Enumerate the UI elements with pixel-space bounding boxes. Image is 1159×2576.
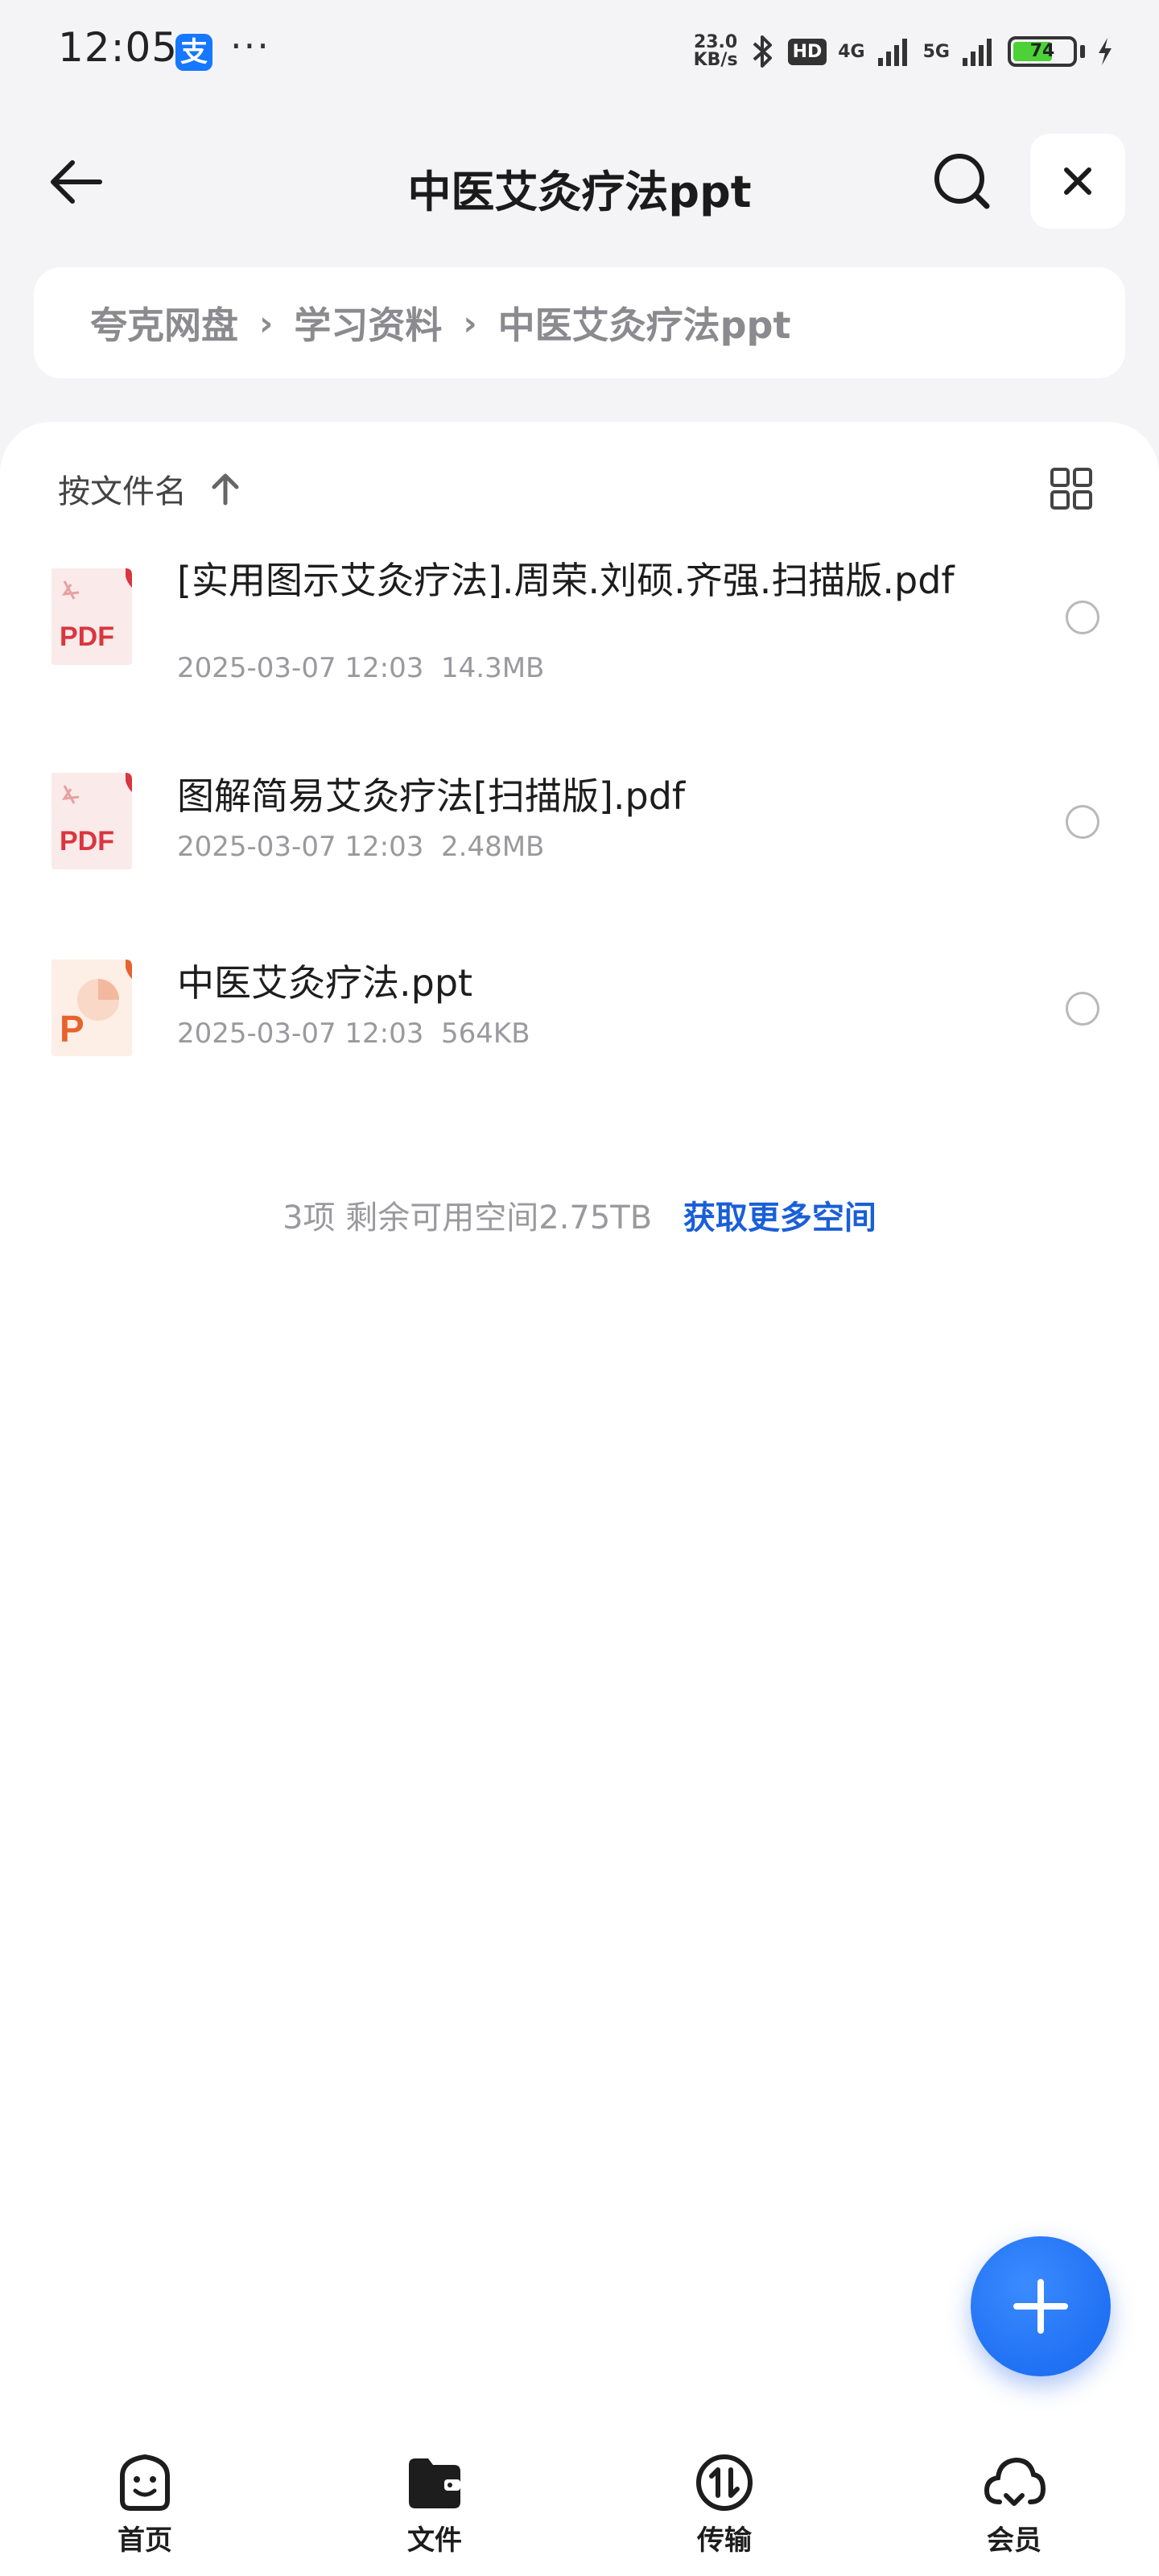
select-checkbox[interactable] <box>1066 992 1099 1026</box>
app-screen: 12:05 支 ··· 23.0 KB/s HD 4G 5G 74 中医艾灸疗法… <box>0 0 1159 2576</box>
nav-label-home: 首页 <box>118 2524 172 2557</box>
nav-item-member[interactable]: 会员 <box>869 2431 1159 2576</box>
add-button[interactable] <box>971 2236 1111 2376</box>
breadcrumb-item-current: 中医艾灸疗法ppt <box>497 303 791 347</box>
breadcrumb-separator: › <box>259 303 274 343</box>
file-row[interactable]: P 中医艾灸疗法.ppt 2025-03-07 12:03 564KB <box>0 947 1159 1133</box>
file-panel: 按文件名 PDF [实用图示艾灸疗法].周荣.刘硕.齐强.扫描版.pdf 202… <box>0 422 1159 2576</box>
breadcrumb-item-study[interactable]: 学习资料 <box>294 296 442 349</box>
plus-icon <box>1013 2279 1068 2334</box>
pdf-type-label: PDF <box>60 621 114 652</box>
close-button[interactable] <box>1030 134 1125 229</box>
breadcrumb-separator: › <box>463 303 477 343</box>
file-date: 2025-03-07 12:03 <box>177 652 424 684</box>
bluetooth-icon <box>753 35 772 68</box>
ppt-file-icon: P <box>52 960 132 1056</box>
signal-icon <box>963 39 992 66</box>
file-name: [实用图示艾灸疗法].周荣.刘硕.齐强.扫描版.pdf <box>177 559 955 602</box>
pdf-file-icon: PDF <box>52 568 132 665</box>
file-row[interactable]: PDF 图解简易艾灸疗法[扫描版].pdf 2025-03-07 12:03 2… <box>0 760 1159 947</box>
nav-label-transfer: 传输 <box>697 2524 752 2557</box>
storage-summary: 3项 剩余可用空间2.75TB 获取更多空间 <box>0 1191 1159 1238</box>
file-list: PDF [实用图示艾灸疗法].周荣.刘硕.齐强.扫描版.pdf 2025-03-… <box>0 559 1159 1133</box>
cloud-icon <box>984 2457 1046 2506</box>
net-speed-unit: KB/s <box>693 50 738 70</box>
grid-view-icon[interactable] <box>1050 467 1093 510</box>
file-date: 2025-03-07 12:03 <box>177 831 424 863</box>
nav-item-home[interactable]: 首页 <box>0 2431 290 2576</box>
alipay-icon: 支 <box>175 34 212 71</box>
file-name: 图解简易艾灸疗法[扫描版].pdf <box>177 774 686 818</box>
file-meta: 2025-03-07 12:03 564KB <box>177 1018 530 1050</box>
nav-label-member: 会员 <box>987 2524 1041 2557</box>
search-icon <box>934 154 990 209</box>
net-speed-value: 23.0 <box>693 32 738 52</box>
file-name: 中医艾灸疗法.ppt <box>177 961 473 1005</box>
battery-percent: 74 <box>1029 41 1055 61</box>
select-checkbox[interactable] <box>1066 805 1099 839</box>
nav-label-files: 文件 <box>407 2524 462 2557</box>
folder-icon <box>409 2458 460 2508</box>
file-date: 2025-03-07 12:03 <box>177 1018 424 1050</box>
hd-badge: HD <box>787 38 827 65</box>
status-time: 12:05 <box>58 24 179 71</box>
file-size: 564KB <box>441 1018 530 1050</box>
breadcrumb-item-root[interactable]: 夸克网盘 <box>90 296 238 349</box>
select-checkbox[interactable] <box>1066 601 1099 634</box>
home-smile-icon <box>120 2454 170 2511</box>
status-indicators: 23.0 KB/s HD 4G 5G 74 <box>694 29 1114 74</box>
file-meta: 2025-03-07 12:03 2.48MB <box>177 831 544 863</box>
arrow-up-icon <box>212 473 239 506</box>
signal-icon <box>877 39 907 66</box>
nav-item-files[interactable]: 文件 <box>290 2431 580 2576</box>
breadcrumb: 夸克网盘 › 学习资料 › 中医艾灸疗法ppt <box>34 267 1125 378</box>
top-bar: 中医艾灸疗法ppt <box>0 129 1159 233</box>
search-button[interactable] <box>929 148 996 216</box>
pdf-type-label: PDF <box>60 826 114 857</box>
net-speed: 23.0 KB/s <box>694 34 738 69</box>
nav-item-transfer[interactable]: 传输 <box>580 2431 869 2576</box>
battery-icon: 74 <box>1008 36 1077 67</box>
sort-control[interactable]: 按文件名 <box>58 465 241 512</box>
network-5g-label: 5G <box>922 41 950 62</box>
file-size: 2.48MB <box>441 831 545 863</box>
battery-tip <box>1080 45 1085 58</box>
storage-summary-text: 3项 剩余可用空间2.75TB <box>283 1199 653 1236</box>
file-row[interactable]: PDF [实用图示艾灸疗法].周荣.刘硕.齐强.扫描版.pdf 2025-03-… <box>0 559 1159 760</box>
transfer-icon <box>696 2454 753 2511</box>
status-bar: 12:05 支 ··· 23.0 KB/s HD 4G 5G 74 <box>0 0 1159 97</box>
pdf-file-icon: PDF <box>52 773 132 869</box>
get-more-space-link[interactable]: 获取更多空间 <box>683 1199 876 1236</box>
sort-label: 按文件名 <box>58 473 187 510</box>
ppt-type-label: P <box>60 1008 85 1050</box>
file-size: 14.3MB <box>441 652 545 684</box>
more-notifications-icon: ··· <box>230 24 270 68</box>
network-4g-label: 4G <box>838 41 865 62</box>
close-icon <box>1064 167 1091 195</box>
bottom-nav: 首页 文件 传输 会员 <box>0 2431 1159 2576</box>
file-meta: 2025-03-07 12:03 14.3MB <box>177 652 544 684</box>
charging-icon <box>1099 38 1112 65</box>
